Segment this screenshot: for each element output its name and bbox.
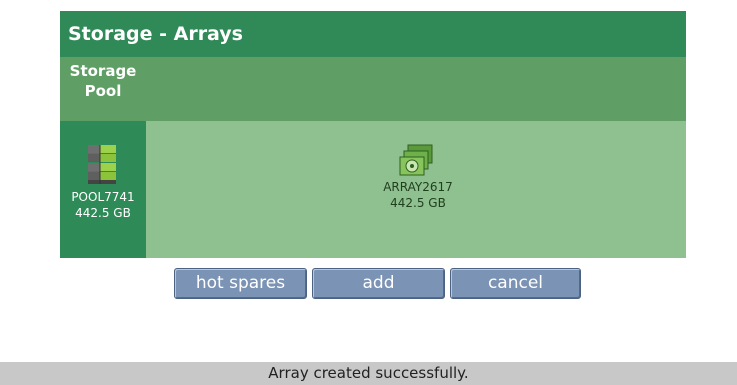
page: Storage - Arrays Storage Pool POOL7741 4… (0, 0, 737, 385)
pool-header-line1: Storage (69, 62, 137, 80)
add-button[interactable]: add (312, 268, 445, 299)
pool-item[interactable]: POOL7741 442.5 GB (60, 143, 146, 221)
pool-name: POOL7741 (71, 190, 135, 204)
pool-column: POOL7741 442.5 GB (60, 121, 146, 258)
array-area: ARRAY2617 442.5 GB (146, 121, 686, 258)
pool-header-line2: Pool (84, 82, 122, 100)
disk-array-icon (399, 144, 433, 176)
pool-size: 442.5 GB (75, 206, 131, 220)
cancel-button[interactable]: cancel (450, 268, 581, 299)
status-bar: Array created successfully. (0, 362, 737, 385)
array-name: ARRAY2617 (383, 180, 453, 194)
storage-pool-header: Storage Pool (60, 57, 146, 121)
status-message: Array created successfully. (268, 364, 469, 382)
storage-pool-icon (88, 145, 116, 184)
hot-spares-button[interactable]: hot spares (174, 268, 307, 299)
array-item[interactable]: ARRAY2617 442.5 GB (358, 143, 478, 211)
array-size: 442.5 GB (390, 196, 446, 210)
page-title: Storage - Arrays (60, 11, 686, 57)
storage-arrays-panel: Storage - Arrays Storage Pool POOL7741 4… (60, 11, 686, 258)
header-band: Storage Pool (60, 57, 686, 121)
